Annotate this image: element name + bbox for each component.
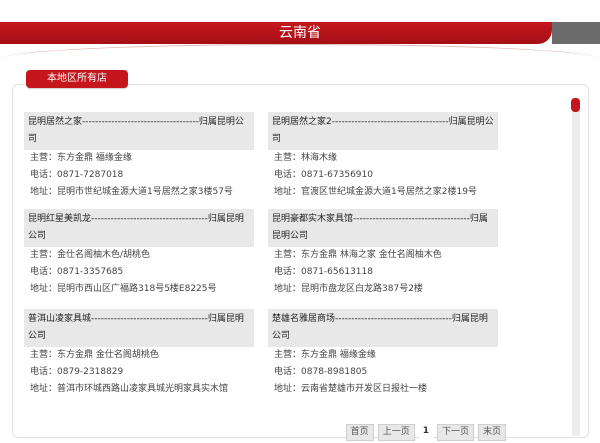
business-value: 金仕名阁柚木色/胡桃色	[57, 250, 151, 260]
store-phone: 电话：0871-3357685	[24, 264, 254, 281]
store-business: 主营：金仕名阁柚木色/胡桃色	[24, 247, 254, 264]
phone-label: 电话：	[30, 170, 58, 180]
store-card: 昆明豪都实木家具馆-------------------------------…	[268, 209, 498, 307]
business-value: 东方金鼎 福缘金缘	[57, 153, 132, 163]
phone-value: 0871-67356910	[301, 170, 373, 180]
store-name[interactable]: 昆明居然之家2---------------------------------…	[268, 112, 498, 150]
store-business: 主营：东方金鼎 林海之家 金仕名阁柚木色	[268, 247, 498, 264]
store-card: 昆明居然之家----------------------------------…	[24, 112, 254, 210]
scrollbar-track[interactable]	[572, 98, 580, 436]
business-label: 主营：	[274, 350, 302, 360]
phone-label: 电话：	[30, 367, 58, 377]
store-phone: 电话：0871-65613118	[268, 264, 498, 281]
business-label: 主营：	[30, 250, 58, 260]
business-label: 主营：	[274, 153, 302, 163]
address-value: 昆明市世纪城金源大道1号居然之家3楼57号	[57, 187, 233, 197]
business-label: 主营：	[30, 350, 58, 360]
current-page: 1	[418, 424, 433, 439]
address-label: 地址：	[274, 384, 302, 394]
business-label: 主营：	[274, 250, 302, 260]
address-label: 地址：	[274, 284, 302, 294]
address-value: 云南省楚雄市开发区日报社一楼	[301, 384, 428, 394]
business-value: 东方金鼎 林海之家 金仕名阁柚木色	[301, 250, 442, 260]
business-value: 林海木缘	[301, 153, 338, 163]
store-business: 主营：东方金鼎 福缘金缘	[24, 150, 254, 167]
store-address: 地址：昆明市盘龙区白龙路387号2楼	[268, 281, 498, 298]
store-phone: 电话：0879-2318829	[24, 364, 254, 381]
store-phone: 电话：0878-8981805	[268, 364, 498, 381]
store-address: 地址：昆明市西山区广福路318号5楼E8225号	[24, 281, 254, 298]
address-value: 昆明市西山区广福路318号5楼E8225号	[57, 284, 217, 294]
store-card: 普洱山凌家具城---------------------------------…	[24, 309, 254, 407]
store-address: 地址：官渡区世纪城金源大道1号居然之家2楼19号	[268, 184, 498, 201]
store-card: 楚雄名雅居商场---------------------------------…	[268, 309, 498, 407]
address-label: 地址：	[274, 187, 302, 197]
store-address: 地址：昆明市世纪城金源大道1号居然之家3楼57号	[24, 184, 254, 201]
address-label: 地址：	[30, 384, 58, 394]
business-label: 主营：	[30, 153, 58, 163]
store-card: 昆明红星美凯龙---------------------------------…	[24, 209, 254, 307]
store-phone: 电话：0871-7287018	[24, 167, 254, 184]
phone-label: 电话：	[30, 267, 58, 277]
store-name[interactable]: 昆明红星美凯龙---------------------------------…	[24, 209, 254, 247]
section-title: 本地区所有店	[26, 70, 128, 88]
store-business: 主营：东方金鼎 福缘金缘	[268, 347, 498, 364]
store-business: 主营：林海木缘	[268, 150, 498, 167]
pagination: 首页 上一页 1 下一页 末页	[345, 424, 506, 441]
address-value: 普洱市环城西路山凌家具城光明家具实木馆	[57, 384, 229, 394]
phone-label: 电话：	[274, 170, 302, 180]
store-card: 昆明居然之家2---------------------------------…	[268, 112, 498, 210]
first-page-button[interactable]: 首页	[345, 424, 374, 441]
phone-value: 0871-7287018	[57, 170, 124, 180]
phone-value: 0871-3357685	[57, 267, 124, 277]
next-page-button[interactable]: 下一页	[436, 424, 474, 441]
store-address: 地址：云南省楚雄市开发区日报社一楼	[268, 381, 498, 398]
address-value: 昆明市盘龙区白龙路387号2楼	[301, 284, 423, 294]
address-label: 地址：	[30, 187, 58, 197]
phone-label: 电话：	[274, 367, 302, 377]
store-name[interactable]: 昆明居然之家----------------------------------…	[24, 112, 254, 150]
store-business: 主营：东方金鼎 金仕名阁胡桃色	[24, 347, 254, 364]
phone-label: 电话：	[274, 267, 302, 277]
business-value: 东方金鼎 福缘金缘	[301, 350, 376, 360]
store-address: 地址：普洱市环城西路山凌家具城光明家具实木馆	[24, 381, 254, 398]
page-title: 云南省	[279, 25, 321, 41]
last-page-button[interactable]: 末页	[477, 424, 506, 441]
phone-value: 0879-2318829	[57, 367, 124, 377]
store-name[interactable]: 楚雄名雅居商场---------------------------------…	[268, 309, 498, 347]
phone-value: 0871-65613118	[301, 267, 373, 277]
address-value: 官渡区世纪城金源大道1号居然之家2楼19号	[301, 187, 477, 197]
store-name[interactable]: 昆明豪都实木家具馆-------------------------------…	[268, 209, 498, 247]
scrollbar-thumb[interactable]	[571, 98, 580, 112]
store-phone: 电话：0871-67356910	[268, 167, 498, 184]
phone-value: 0878-8981805	[301, 367, 368, 377]
prev-page-button[interactable]: 上一页	[377, 424, 415, 441]
address-label: 地址：	[30, 284, 58, 294]
store-name[interactable]: 普洱山凌家具城---------------------------------…	[24, 309, 254, 347]
business-value: 东方金鼎 金仕名阁胡桃色	[57, 350, 159, 360]
